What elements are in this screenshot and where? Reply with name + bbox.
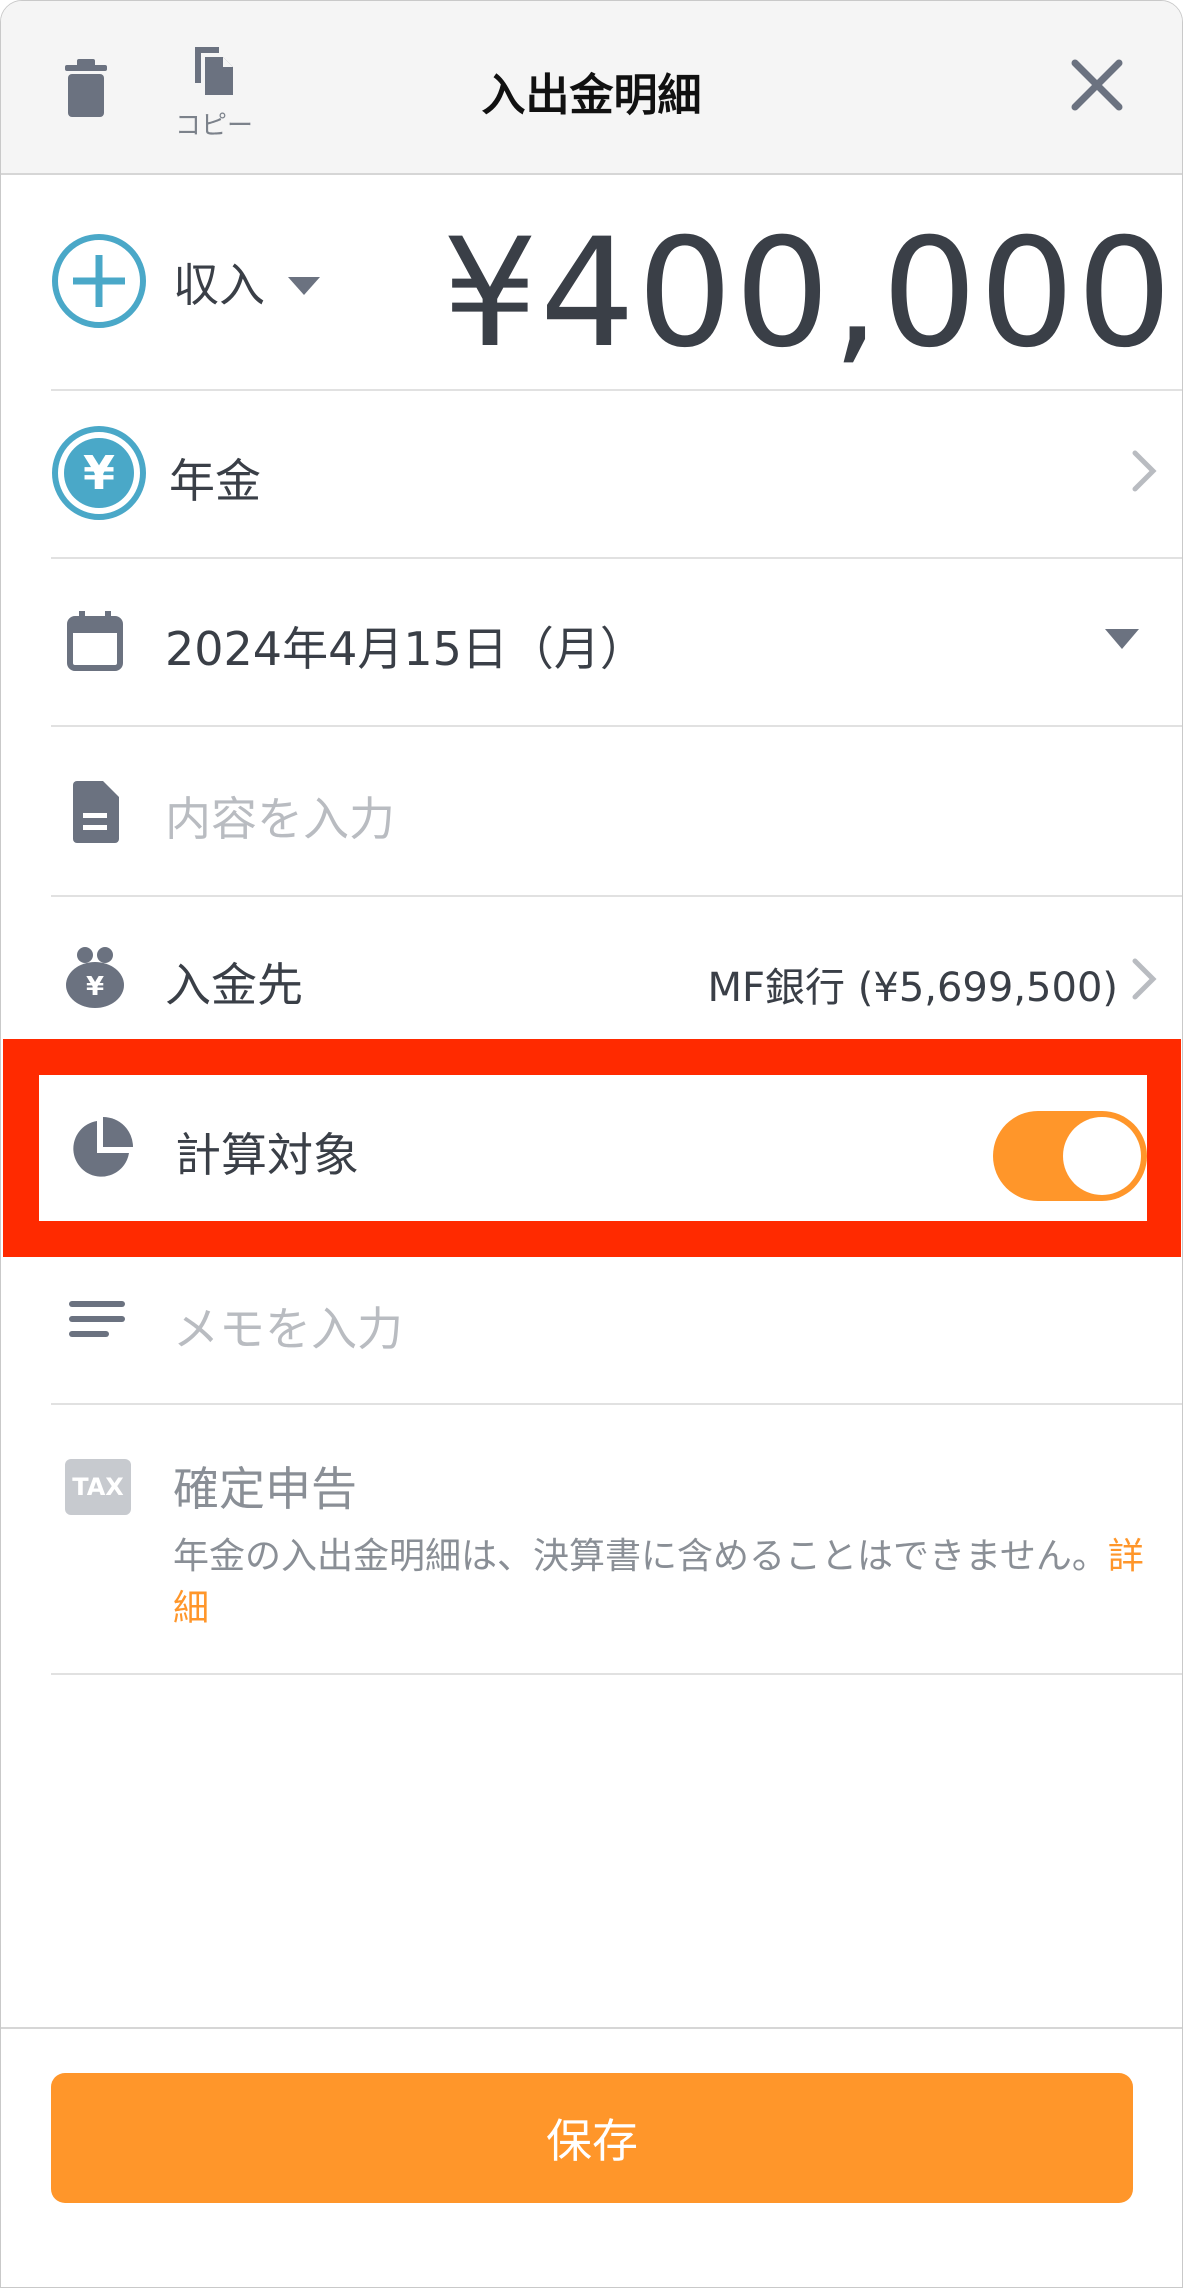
tax-row: TAX 確定申告 年金の入出金明細は、決算書に含めることはできません。詳細 — [51, 1403, 1182, 1675]
date-label: 2024年4月15日（月） — [165, 622, 646, 676]
yen-circle-icon: ¥ — [51, 425, 147, 525]
calc-target-label: 計算対象 — [175, 1128, 359, 1182]
category-label: 年金 — [169, 454, 261, 508]
memo-input[interactable]: メモを入力 — [173, 1293, 403, 1359]
plus-circle-icon — [51, 233, 147, 333]
document-icon — [73, 781, 119, 847]
content-row[interactable]: 内容を入力 — [51, 725, 1182, 897]
content-input[interactable]: 内容を入力 — [165, 783, 395, 849]
close-icon[interactable] — [1069, 57, 1125, 117]
chevron-right-icon — [1131, 449, 1157, 497]
calc-target-row: 計算対象 — [39, 1075, 1147, 1221]
tax-title: 確定申告 — [173, 1462, 357, 1516]
account-label: 入金先 — [165, 958, 303, 1012]
save-button[interactable]: 保存 — [51, 2073, 1133, 2203]
footer-bar: 保存 — [1, 2027, 1182, 2287]
svg-text:¥: ¥ — [83, 446, 115, 500]
header-bar: コピー 入出金明細 — [1, 1, 1182, 175]
account-value: MF銀行 (¥5,699,500) — [707, 965, 1118, 1011]
svg-text:¥: ¥ — [86, 972, 104, 1002]
account-row[interactable]: ¥ 入金先 MF銀行 (¥5,699,500) — [51, 895, 1182, 1041]
category-row[interactable]: ¥ 年金 — [51, 389, 1182, 559]
type-selector[interactable]: 収入 — [173, 249, 321, 315]
memo-row[interactable]: メモを入力 — [51, 1257, 1182, 1405]
toggle-knob — [1063, 1117, 1141, 1195]
amount-row: 収入 ¥400,000 — [51, 173, 1182, 391]
chevron-right-icon — [1131, 957, 1157, 1005]
calc-target-toggle[interactable] — [993, 1111, 1147, 1201]
wallet-icon: ¥ — [65, 945, 125, 1013]
caret-down-icon — [288, 277, 321, 299]
type-label: 収入 — [173, 258, 265, 312]
highlight-box: 計算対象 — [3, 1039, 1181, 1257]
amount-value[interactable]: ¥400,000 — [442, 207, 1174, 381]
calendar-icon — [67, 611, 123, 675]
page-title: 入出金明細 — [481, 70, 702, 121]
pie-chart-icon — [69, 1117, 133, 1185]
memo-lines-icon — [69, 1299, 125, 1343]
tax-note: 年金の入出金明細は、決算書に含めることはできません。詳細 — [173, 1531, 1153, 1635]
caret-down-icon — [1105, 629, 1139, 653]
date-row[interactable]: 2024年4月15日（月） — [51, 557, 1182, 727]
tax-note-text: 年金の入出金明細は、決算書に含めることはできません。 — [173, 1536, 1108, 1577]
tax-badge-icon: TAX — [65, 1459, 131, 1515]
app-frame: コピー 入出金明細 収入 ¥400,000 ¥ 年金 2024年4月15日（月）… — [0, 0, 1183, 2288]
